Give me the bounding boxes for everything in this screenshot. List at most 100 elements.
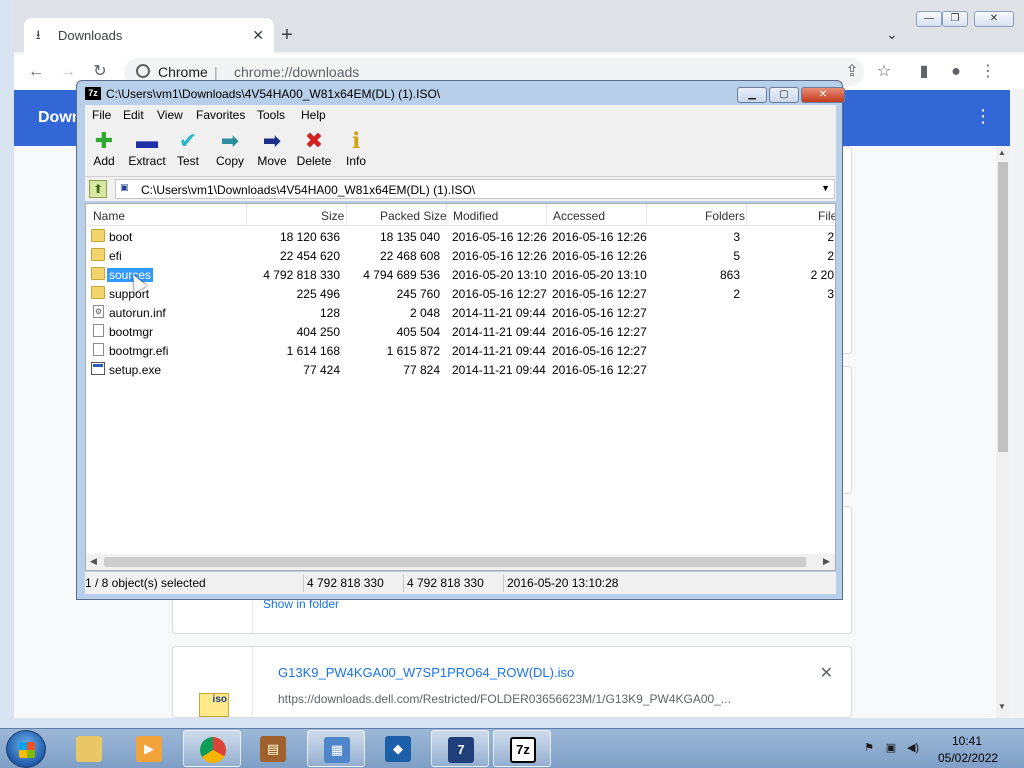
col-packed[interactable]: Packed Size bbox=[380, 209, 447, 223]
clock-time[interactable]: 10:41 bbox=[952, 734, 982, 748]
path-field[interactable]: ▣ C:\Users\vm1\Downloads\4V54HA00_W81x64… bbox=[115, 179, 835, 199]
folder-icon bbox=[91, 286, 105, 299]
add-button[interactable]: ✚ Add bbox=[82, 128, 126, 174]
window-title: C:\Users\vm1\Downloads\4V54HA00_W81x64EM… bbox=[106, 87, 441, 101]
copy-button[interactable]: ➡ Copy bbox=[208, 128, 252, 174]
scrollbar-thumb[interactable] bbox=[104, 557, 806, 567]
menu-help[interactable]: Help bbox=[301, 108, 326, 122]
maximize-button[interactable]: ▢ bbox=[769, 87, 799, 103]
cell-accessed: 2016-05-16 12:27 bbox=[552, 363, 647, 377]
clock-date[interactable]: 05/02/2022 bbox=[938, 751, 998, 765]
menu-file[interactable]: File bbox=[92, 108, 111, 122]
scroll-up-icon[interactable]: ▲ bbox=[998, 148, 1006, 157]
table-row[interactable]: setup.exe 77 424 77 824 2014-11-21 09:44 201… bbox=[86, 360, 835, 379]
chrome-icon bbox=[200, 737, 226, 763]
col-size[interactable]: Size bbox=[321, 209, 344, 223]
minimize-button[interactable]: — bbox=[916, 11, 942, 27]
cell-size: 404 250 bbox=[296, 325, 340, 339]
table-row[interactable]: support 225 496 245 760 2016-05-16 12:27 201… bbox=[86, 284, 835, 303]
cell-folders: 2 bbox=[733, 287, 740, 301]
plus-icon: ✚ bbox=[94, 128, 114, 153]
page-scrollbar[interactable]: ▲ ▼ bbox=[996, 146, 1010, 718]
cell-packed: 405 504 bbox=[396, 325, 440, 339]
horizontal-scrollbar[interactable]: ◀ ▶ bbox=[86, 554, 835, 570]
taskbar-media-player[interactable]: ▶ bbox=[120, 730, 178, 767]
folder-icon bbox=[76, 736, 102, 762]
maximize-button[interactable]: ❐ bbox=[942, 11, 968, 27]
status-bar: 1 / 8 object(s) selected 4 792 818 330 4… bbox=[85, 572, 836, 594]
sevenzip-titlebar[interactable]: 7z C:\Users\vm1\Downloads\4V54HA00_W81x6… bbox=[77, 81, 845, 107]
taskbar-archive-app[interactable]: ▤ bbox=[244, 730, 302, 767]
taskbar-7zip[interactable]: 7z bbox=[493, 730, 551, 767]
folder-up-icon[interactable]: ⬆ bbox=[89, 180, 107, 198]
back-button[interactable]: ← bbox=[24, 60, 48, 84]
double-arrow-icon: ➡ bbox=[220, 128, 240, 153]
col-modified[interactable]: Modified bbox=[453, 209, 498, 223]
iso-file-icon: iso bbox=[199, 693, 229, 717]
cell-size: 18 120 636 bbox=[279, 230, 340, 244]
table-row[interactable]: sources 4 792 818 330 4 794 689 536 2016-05… bbox=[86, 265, 835, 284]
delete-button[interactable]: ✖ Delete bbox=[292, 128, 336, 174]
more-options-icon[interactable]: ⋮ bbox=[974, 106, 992, 127]
menu-tools[interactable]: Tools bbox=[257, 108, 285, 122]
download-url: https://downloads.dell.com/Restricted/FO… bbox=[278, 692, 731, 706]
table-row[interactable]: bootmgr.efi 1 614 168 1 615 872 2014-11-21 … bbox=[86, 341, 835, 360]
menu-favorites[interactable]: Favorites bbox=[196, 108, 245, 122]
menu-view[interactable]: View bbox=[157, 108, 183, 122]
cell-name: autorun.inf bbox=[109, 306, 166, 320]
taskbar-7zip-sfx[interactable]: 7 bbox=[431, 730, 489, 767]
network-icon[interactable]: ▣ bbox=[884, 741, 898, 755]
profile-avatar-icon[interactable]: ● bbox=[944, 60, 968, 84]
download-filename-link[interactable]: G13K9_PW4KGA00_W7SP1PRO64_ROW(DL).iso bbox=[278, 665, 574, 680]
menu-kebab-icon[interactable]: ⋮ bbox=[976, 60, 1000, 84]
table-row[interactable]: efi 22 454 620 22 468 608 2016-05-16 12:26 2… bbox=[86, 246, 835, 265]
sevenzip-window: 7z C:\Users\vm1\Downloads\4V54HA00_W81x6… bbox=[76, 80, 845, 600]
taskbar-virtualbox[interactable]: ◆ bbox=[369, 730, 427, 767]
cell-size: 77 424 bbox=[303, 363, 340, 377]
scroll-right-icon[interactable]: ▶ bbox=[823, 556, 830, 567]
minimize-button[interactable]: ▁ bbox=[737, 87, 767, 103]
extract-button[interactable]: ▬ Extract bbox=[125, 128, 169, 174]
scroll-left-icon[interactable]: ◀ bbox=[90, 556, 97, 567]
taskbar-control-panel[interactable]: ▦ bbox=[307, 730, 365, 767]
cell-name: bootmgr bbox=[109, 325, 154, 339]
chrome-icon bbox=[136, 64, 150, 78]
media-player-icon: ▶ bbox=[136, 736, 162, 762]
table-row[interactable]: bootmgr 404 250 405 504 2014-11-21 09:44 201… bbox=[86, 322, 835, 341]
close-icon[interactable]: ✕ bbox=[252, 27, 264, 44]
scroll-down-icon[interactable]: ▼ bbox=[998, 702, 1006, 711]
taskbar-explorer[interactable] bbox=[60, 730, 118, 767]
info-button[interactable]: ℹ Info bbox=[334, 128, 378, 174]
taskbar-chrome[interactable] bbox=[183, 730, 241, 767]
volume-icon[interactable]: ◀) bbox=[906, 741, 920, 755]
tab-search-chevron-icon[interactable]: ⌄ bbox=[886, 26, 898, 43]
folder-icon bbox=[91, 229, 105, 242]
scrollbar-thumb[interactable] bbox=[998, 162, 1008, 452]
col-files[interactable]: File bbox=[818, 209, 835, 223]
share-icon[interactable]: ⇪ bbox=[840, 60, 864, 84]
cell-modified: 2016-05-16 12:26 bbox=[452, 249, 547, 263]
table-row[interactable]: boot 18 120 636 18 135 040 2016-05-16 12:26… bbox=[86, 227, 835, 246]
close-window-button[interactable]: ✕ bbox=[974, 11, 1014, 27]
start-button[interactable] bbox=[6, 730, 46, 768]
tab-downloads[interactable]: ⭳ Downloads ✕ bbox=[24, 18, 274, 54]
flag-alert-icon[interactable]: ⚑ bbox=[862, 741, 876, 755]
cell-accessed: 2016-05-16 12:27 bbox=[552, 325, 647, 339]
folder-icon bbox=[91, 267, 105, 280]
chest-icon: ▤ bbox=[260, 736, 286, 762]
remove-download-icon[interactable]: ✕ bbox=[820, 663, 833, 683]
table-row[interactable]: ⚙ autorun.inf 128 2 048 2014-11-21 09:44 2016… bbox=[86, 303, 835, 322]
move-button[interactable]: ➡ Move bbox=[250, 128, 294, 174]
chevron-down-icon[interactable]: ▼ bbox=[821, 183, 830, 193]
side-panel-icon[interactable]: ▮ bbox=[912, 60, 936, 84]
bookmark-star-icon[interactable]: ☆ bbox=[872, 60, 896, 84]
cell-files: 2 bbox=[827, 249, 834, 263]
col-name[interactable]: Name bbox=[93, 209, 125, 223]
col-folders[interactable]: Folders bbox=[705, 209, 745, 223]
folder-icon bbox=[91, 248, 105, 261]
col-accessed[interactable]: Accessed bbox=[553, 209, 605, 223]
close-button[interactable]: ✕ bbox=[801, 87, 845, 103]
test-button[interactable]: ✔ Test bbox=[166, 128, 210, 174]
menu-edit[interactable]: Edit bbox=[123, 108, 144, 122]
new-tab-button[interactable]: + bbox=[276, 24, 298, 46]
